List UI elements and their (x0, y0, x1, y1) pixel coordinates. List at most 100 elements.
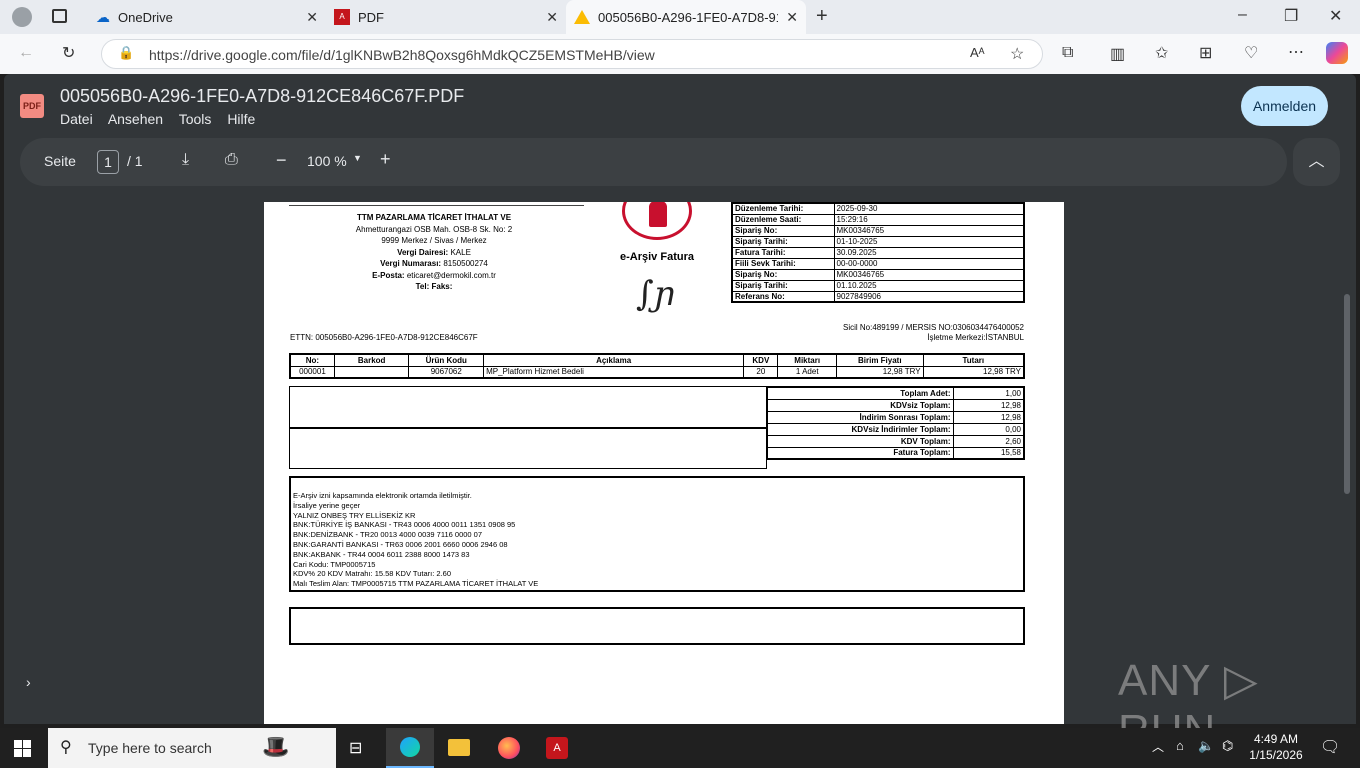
menu-ansehen[interactable]: Ansehen (108, 111, 163, 127)
chevron-down-icon[interactable]: ▼ (353, 153, 362, 163)
meta-label: Fiili Sevk Tarihi: (731, 257, 835, 270)
new-tab-icon[interactable]: + (816, 5, 828, 28)
meta-row: Sipariş Tarihi: 01.10.2025 (731, 279, 1025, 292)
print-icon[interactable]: ⎙ (225, 151, 238, 169)
url-text: https://drive.google.com/file/d/1glKNBwB… (149, 47, 655, 63)
meta-label: Sipariş Tarihi: (731, 279, 835, 292)
favorite-star-icon[interactable]: ☆ (1010, 44, 1024, 64)
close-tab-icon[interactable]: ✕ (306, 9, 318, 26)
note-line: E-Arşiv izni kapsamında elektronik ortam… (293, 491, 472, 500)
close-window-icon[interactable]: ✕ (1329, 6, 1342, 26)
network-icon[interactable]: ⌂ (1176, 738, 1184, 753)
volume-icon[interactable]: 🔈 (1198, 738, 1214, 754)
close-tab-icon[interactable]: ✕ (546, 9, 558, 26)
tab-actions-icon[interactable] (52, 9, 67, 23)
totals-row: Fatura Toplam: 15,58 (766, 446, 1025, 460)
tab-pdf[interactable]: A PDF ✕ (326, 0, 566, 34)
favorites-icon[interactable]: ✩ (1155, 43, 1168, 63)
meta-value: 9027849906 (833, 290, 1025, 303)
tab-bar: ☁ OneDrive ✕ A PDF ✕ 005056B0-A296-1FE0-… (0, 0, 1360, 34)
windows-start-icon[interactable] (14, 740, 31, 757)
address-bar-row: ← ↻ 🔒 https://drive.google.com/file/d/1g… (0, 34, 1360, 74)
note-line: BNK:TÜRKİYE İŞ BANKASI - TR43 0006 4000 … (293, 520, 516, 530)
edge-taskbar-icon[interactable] (386, 728, 434, 768)
copilot-icon[interactable] (1326, 42, 1348, 64)
minimize-icon[interactable]: – (1238, 6, 1247, 24)
pdf-file-icon: PDF (20, 94, 44, 118)
profile-icon[interactable] (12, 7, 32, 27)
restore-icon[interactable]: ❐ (1284, 6, 1298, 26)
acrobat-icon[interactable]: A (546, 737, 568, 759)
wifi-icon[interactable]: ⌬ (1222, 738, 1233, 754)
meta-label: Sipariş No: (731, 224, 835, 237)
download-icon[interactable]: ⤓ (182, 151, 189, 169)
totals-value: 12,98 (952, 410, 1025, 424)
meta-value: 01-10-2025 (833, 235, 1025, 248)
collections-icon[interactable]: ⊞ (1199, 43, 1212, 63)
page-number-input[interactable]: 1 (97, 150, 119, 174)
meta-label: Düzenleme Saati: (731, 213, 835, 226)
expand-sidebar-icon[interactable]: › (26, 674, 31, 690)
search-placeholder: Type here to search (88, 740, 212, 756)
notifications-icon[interactable]: 🗨 (1320, 737, 1340, 757)
pdf-toolbar: Seite 1 / 1 ⤓ ⎙ − 100 % ▼ + (20, 138, 1287, 186)
zoom-out-icon[interactable]: − (276, 150, 287, 171)
items-cell: 1 Adet (777, 365, 837, 379)
invoice-meta-table: Düzenleme Tarihi: 2025-09-30 Düzenleme Saa… (731, 202, 1025, 303)
scrollbar[interactable] (1344, 294, 1350, 494)
more-options-icon[interactable]: ⋯ (1288, 42, 1304, 62)
document-type: e-Arşiv Fatura (620, 251, 694, 263)
taskbar-search[interactable]: ⚲ Type here to search 🎩 (48, 728, 336, 768)
menu-datei[interactable]: Datei (60, 111, 93, 127)
performance-icon[interactable]: ♡ (1244, 43, 1258, 63)
blank-footer-box (289, 607, 1025, 645)
totals-value: 1,00 (952, 386, 1025, 400)
seller-address: Ahmetturangazi OSB Mah. OSB-8 Sk. No: 2 (355, 224, 513, 234)
pdf-page: TTM PAZARLAMA TİCARET İTHALAT VE Ahmettu… (264, 202, 1064, 724)
totals-label: Toplam Adet: (766, 386, 954, 400)
clock[interactable]: 4:49 AM 1/15/2026 (1246, 731, 1306, 763)
menu-hilfe[interactable]: Hilfe (227, 111, 255, 127)
zoom-in-icon[interactable]: + (380, 149, 391, 170)
note-line: BNK:AKBANK - TR44 0004 6011 2388 8000 14… (293, 549, 470, 559)
tab-onedrive[interactable]: ☁ OneDrive ✕ (86, 0, 326, 34)
totals-label: KDVsiz Toplam: (766, 398, 954, 412)
totals-label: Fatura Toplam: (766, 446, 954, 460)
close-tab-icon[interactable]: ✕ (786, 9, 798, 26)
items-column-header: KDV (743, 353, 779, 367)
items-cell: MP_Platform Hizmet Bedeli (483, 365, 745, 379)
items-table: No: Barkod Ürün Kodu Açıklama KDV Miktarı Biri… (289, 353, 1025, 379)
items-column-header: Ürün Kodu (408, 353, 485, 367)
totals-value: 15,58 (952, 446, 1025, 460)
firefox-icon[interactable] (498, 737, 520, 759)
tab-active-document[interactable]: 005056B0-A296-1FE0-A7D8-912C ✕ (566, 0, 806, 34)
tax-number: Vergi Numarası: 8150500274 (380, 259, 488, 268)
meta-row: Fatura Tarihi: 30.09.2025 (731, 246, 1025, 259)
menu-tools[interactable]: Tools (179, 111, 212, 127)
task-view-icon[interactable]: ⊟ (349, 738, 362, 758)
items-column-header: No: (289, 353, 335, 367)
extensions-icon[interactable]: ⧉ (1062, 44, 1073, 62)
items-column-header: Tutarı (922, 353, 1025, 367)
empty-box-lower (289, 428, 767, 469)
split-screen-icon[interactable]: ▥ (1110, 44, 1125, 64)
note-line: KDV% 20 KDV Matrahı: 15.58 KDV Tutarı: 2… (293, 569, 451, 579)
read-aloud-icon[interactable]: Aᴬ (970, 45, 985, 60)
totals-row: KDVsiz Toplam: 12,98 (766, 398, 1025, 412)
items-cell: 12,98 TRY (922, 365, 1025, 379)
meta-value: MK00346765 (833, 268, 1025, 281)
sign-in-button[interactable]: Anmelden (1241, 86, 1328, 126)
zoom-level[interactable]: 100 % (307, 153, 347, 169)
totals-table: Toplam Adet: 1,00 KDVsiz Toplam: 12,98 İndir… (766, 386, 1025, 460)
reload-icon[interactable]: ↻ (62, 43, 75, 63)
divider (289, 205, 584, 206)
phone-fax: Tel: Faks: (415, 282, 453, 291)
file-explorer-icon[interactable] (448, 739, 470, 756)
note-line: Malı Teslim Alan: TMP0005715 TTM PAZARLA… (293, 579, 539, 589)
show-hidden-icons[interactable]: ︿ (1152, 738, 1164, 755)
address-field[interactable]: 🔒 https://drive.google.com/file/d/1glKNB… (101, 39, 1043, 69)
meta-value: 2025-09-30 (833, 202, 1025, 215)
back-icon[interactable]: ← (18, 44, 34, 62)
totals-row: İndirim Sonrası Toplam: 12,98 (766, 410, 1025, 424)
collapse-toolbar-icon[interactable]: ︿ (1293, 138, 1340, 186)
